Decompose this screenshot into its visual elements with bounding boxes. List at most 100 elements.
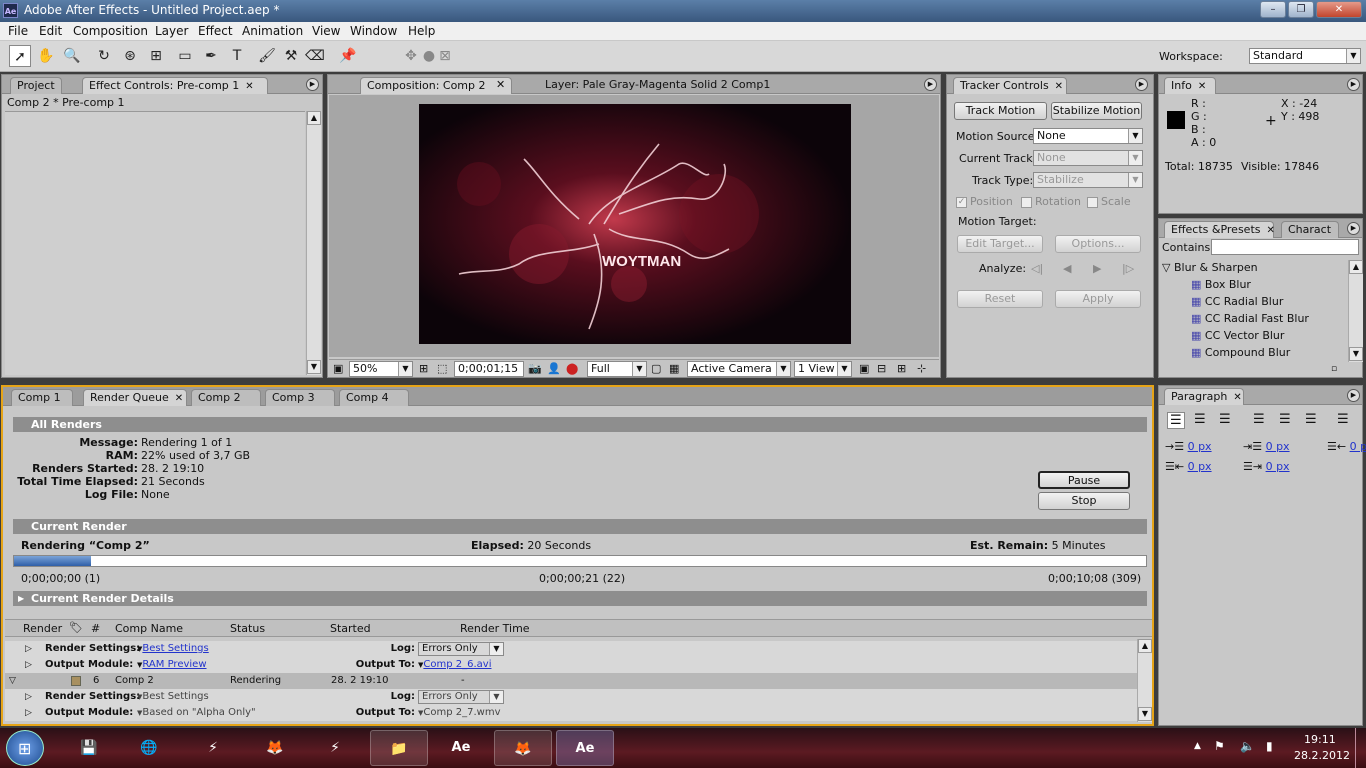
timecode-field[interactable]: 0;00;01;15 [454,361,524,377]
table-row[interactable]: ▽ 6 Comp 2 Rendering 28. 2 19:10 - [5,673,1138,689]
effect-item[interactable]: ▦ Box Blur [1191,278,1251,291]
panel-menu-icon[interactable]: ▶ [1347,389,1360,402]
tab-comp-3[interactable]: Comp 3 [265,389,335,406]
justify-all-icon[interactable]: ☰ [1337,412,1349,427]
chevron-right-icon[interactable]: ▷ [25,689,32,705]
tag-icon[interactable]: 🏷 [69,621,83,634]
menu-edit[interactable]: Edit [39,24,62,38]
tab-composition[interactable]: Composition: Comp 2 [360,77,512,94]
snapshot-icon[interactable]: ▣ [333,362,343,375]
scroll-down-icon[interactable]: ▼ [1349,347,1363,361]
toggle-pixel-icon[interactable]: ▣ [859,362,869,375]
hand-tool-icon[interactable]: ✋ [35,45,57,67]
menu-animation[interactable]: Animation [242,24,303,38]
view-layout-select[interactable]: 1 View ▼ [794,361,852,377]
region-of-interest-icon[interactable]: ▢ [651,362,661,375]
indent-right-field[interactable]: ☰← 0 px [1327,440,1366,453]
scroll-down-icon[interactable]: ▼ [1138,707,1152,721]
workspace-select[interactable]: Standard ▼ [1249,48,1361,64]
clock-date[interactable]: 28.2.2012 [1294,749,1350,762]
clock-time[interactable]: 19:11 [1304,733,1336,746]
close-icon[interactable]: ✕ [245,81,253,92]
stabilize-motion-button[interactable]: Stabilize Motion [1051,102,1142,120]
panel-menu-icon[interactable]: ▶ [924,78,937,91]
edit-target-button[interactable]: Edit Target... [957,235,1043,253]
globe-app-icon[interactable]: 🌐 [120,730,178,766]
column-status[interactable]: Status [230,622,265,635]
tab-comp-1[interactable]: Comp 1 [11,389,73,406]
log-select[interactable]: Errors Only ▼ [418,690,504,704]
save-app-icon[interactable]: 💾 [60,730,118,766]
analyze-backward-icon[interactable]: ◀ [1063,262,1071,275]
stop-button[interactable]: Stop [1038,492,1130,510]
close-icon[interactable]: ✕ [175,393,183,404]
track-type-select[interactable]: Stabilize ▼ [1033,172,1143,188]
firefox-icon[interactable]: 🦊 [246,730,304,766]
output-to-select[interactable]: ▼Comp 2_6.avi [418,657,492,673]
effect-item[interactable]: ▦ CC Radial Blur [1191,295,1283,308]
orbit-camera-icon[interactable]: ⊛ [119,45,141,67]
menu-effect[interactable]: Effect [198,24,233,38]
zoom-tool-icon[interactable]: 🔍 [61,45,83,67]
track-motion-button[interactable]: Track Motion [954,102,1047,120]
rectangle-tool-icon[interactable]: ▭ [174,45,196,67]
network-icon[interactable]: ▮ [1266,739,1273,753]
effect-item[interactable]: ▦ Compound Blur [1191,346,1290,359]
position-checkbox[interactable]: ✓ Position [956,195,1013,208]
menu-file[interactable]: File [8,24,28,38]
scroll-up-icon[interactable]: ▲ [1138,639,1152,653]
show-snapshot-icon[interactable]: 👤 [547,362,561,375]
panel-menu-icon[interactable]: ▶ [1347,78,1360,91]
show-desktop-button[interactable] [1355,728,1366,768]
mask-toggle-icon[interactable]: ⬚ [437,362,447,375]
column-started[interactable]: Started [330,622,371,635]
menu-window[interactable]: Window [350,24,397,38]
tab-paragraph[interactable]: Paragraph ✕ [1164,388,1244,405]
output-to-select[interactable]: ▼Comp 2_7.wmv [418,705,501,721]
pen-tool-icon[interactable]: ✒ [200,45,222,67]
scroll-up-icon[interactable]: ▲ [307,111,321,125]
camera-select[interactable]: Active Camera ▼ [687,361,791,377]
motion-source-select[interactable]: None ▼ [1033,128,1143,144]
align-center-icon[interactable]: ☰ [1194,412,1206,427]
column-number[interactable]: # [91,622,100,635]
grid-toggle-icon[interactable]: ⊞ [419,362,428,375]
flash-app-icon[interactable]: ⚡ [306,730,364,766]
effects-search-input[interactable] [1211,239,1359,255]
rotation-tool-icon[interactable]: ↻ [93,45,115,67]
reset-button[interactable]: Reset [957,290,1043,308]
column-comp-name[interactable]: Comp Name [115,622,183,635]
rotation-checkbox[interactable]: Rotation [1021,195,1081,208]
options-button[interactable]: Options... [1055,235,1141,253]
chevron-right-icon[interactable]: ▷ [25,705,32,721]
label-color-swatch[interactable] [71,676,81,686]
scroll-up-icon[interactable]: ▲ [1349,260,1363,274]
effect-item[interactable]: ▦ CC Vector Blur [1191,329,1284,342]
output-module-select[interactable]: ▼Based on "Alpha Only" [137,705,256,721]
timeline-icon[interactable]: ⊞ [897,362,906,375]
effect-item[interactable]: ▦ CC Radial Fast Blur [1191,312,1309,325]
panel-menu-icon[interactable]: ▶ [1135,78,1148,91]
align-right-icon[interactable]: ☰ [1219,412,1231,427]
tab-effects-presets[interactable]: Effects &Presets ✕ [1164,221,1275,238]
tab-render-queue[interactable]: Render Queue ✕ [83,389,187,406]
output-module-select[interactable]: ▼RAM Preview [137,657,207,673]
view-axis-icon[interactable]: ⊠ [434,45,456,67]
chevron-down-icon[interactable]: ▽ [9,673,16,689]
current-render-details-header[interactable]: ▶ Current Render Details [13,591,1147,606]
render-settings-select[interactable]: ▼Best Settings [137,689,209,705]
scroll-down-icon[interactable]: ▼ [307,360,321,374]
tab-tracker-controls[interactable]: Tracker Controls ✕ [953,77,1067,94]
selection-tool-icon[interactable]: ➚ [9,45,31,67]
current-track-select[interactable]: None ▼ [1033,150,1143,166]
resolution-select[interactable]: Full ▼ [587,361,647,377]
action-center-icon[interactable]: ⚑ [1214,739,1225,753]
close-icon[interactable]: ✕ [1267,225,1275,236]
panel-menu-icon[interactable]: ▶ [1347,222,1360,235]
panel-menu-icon[interactable]: ▶ [306,78,319,91]
align-left-icon[interactable]: ☰ [1167,412,1185,429]
media-app-icon[interactable]: ⚡ [184,730,242,766]
tab-layer[interactable]: Layer: Pale Gray-Magenta Solid 2 Comp1 [545,78,770,91]
transparency-grid-icon[interactable]: ▦ [669,362,679,375]
start-button[interactable]: ⊞ [6,730,44,766]
